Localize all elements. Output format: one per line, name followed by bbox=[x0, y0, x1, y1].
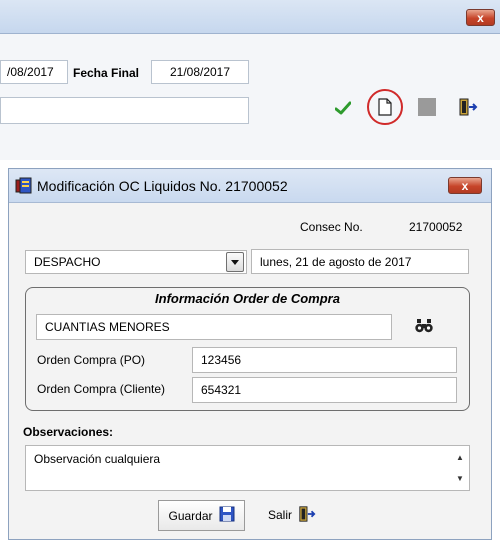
guardar-button[interactable]: Guardar bbox=[158, 500, 245, 531]
proveedor-field[interactable]: CUANTIAS MENORES bbox=[36, 314, 392, 340]
chevron-down-icon[interactable] bbox=[226, 252, 244, 272]
salir-button[interactable]: Salir bbox=[261, 502, 323, 528]
tipo-value: DESPACHO bbox=[34, 255, 101, 269]
modificacion-dialog: Modificación OC Liquidos No. 21700052 x … bbox=[8, 168, 492, 540]
consec-label: Consec No. bbox=[300, 220, 363, 234]
observaciones-value: Observación cualquiera bbox=[34, 452, 161, 466]
proveedor-value: CUANTIAS MENORES bbox=[45, 320, 170, 334]
fecha-display[interactable]: lunes, 21 de agosto de 2017 bbox=[251, 249, 469, 274]
exit-door-icon[interactable] bbox=[457, 96, 479, 118]
guardar-label: Guardar bbox=[168, 508, 213, 523]
scroll-up-icon[interactable]: ▲ bbox=[452, 450, 468, 464]
consec-value: 21700052 bbox=[409, 220, 463, 234]
fecha-inicial-field[interactable]: /08/2017 bbox=[0, 60, 68, 84]
background-window-titlebar bbox=[0, 0, 500, 34]
save-disk-icon bbox=[219, 506, 235, 525]
oc-po-value: 123456 bbox=[201, 353, 242, 367]
background-close-button[interactable]: x bbox=[466, 9, 495, 26]
salir-label: Salir bbox=[267, 508, 292, 522]
dialog-title: Modificación OC Liquidos No. 21700052 bbox=[37, 178, 288, 194]
close-icon: x bbox=[477, 10, 484, 25]
scroll-down-icon[interactable]: ▼ bbox=[452, 471, 468, 485]
observaciones-textarea[interactable]: Observación cualquiera bbox=[25, 445, 470, 491]
fecha-inicial-value: /08/2017 bbox=[7, 65, 54, 79]
oc-cliente-field[interactable]: 654321 bbox=[192, 377, 457, 403]
close-icon: x bbox=[461, 178, 469, 193]
check-icon[interactable] bbox=[333, 98, 353, 118]
oc-po-field[interactable]: 123456 bbox=[192, 347, 457, 373]
oc-po-label: Orden Compra (PO) bbox=[37, 353, 146, 367]
fecha-final-value: 21/08/2017 bbox=[169, 65, 231, 79]
exit-door-icon bbox=[298, 505, 316, 526]
oc-cliente-value: 654321 bbox=[201, 383, 242, 397]
fecha-value: lunes, 21 de agosto de 2017 bbox=[260, 254, 412, 269]
background-text-field[interactable] bbox=[0, 97, 249, 124]
fecha-final-field[interactable]: 21/08/2017 bbox=[151, 60, 249, 84]
oc-cliente-label: Orden Compra (Cliente) bbox=[37, 382, 166, 396]
group-title: Información Order de Compra bbox=[155, 291, 340, 306]
app-icon bbox=[15, 177, 33, 195]
fecha-final-label: Fecha Final bbox=[73, 66, 140, 80]
dialog-close-button[interactable]: x bbox=[448, 177, 482, 194]
new-document-icon[interactable] bbox=[375, 96, 395, 118]
observaciones-label: Observaciones: bbox=[23, 425, 114, 439]
tipo-combo[interactable]: DESPACHO bbox=[25, 250, 247, 274]
stop-icon[interactable] bbox=[418, 98, 436, 116]
binoculars-icon[interactable] bbox=[415, 319, 435, 335]
